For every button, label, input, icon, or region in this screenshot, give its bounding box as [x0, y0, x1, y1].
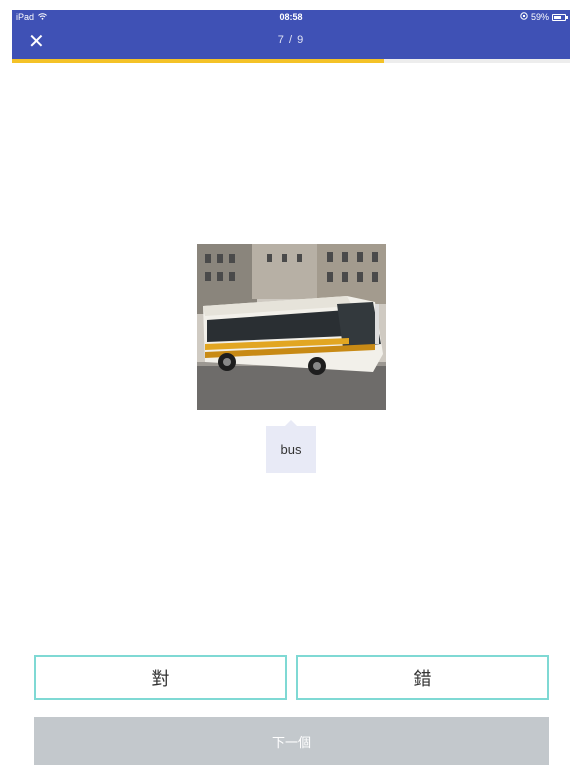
bus-photo [197, 244, 386, 410]
progress-fill [12, 59, 385, 63]
word-label: bus [266, 420, 316, 473]
status-time: 08:58 [279, 12, 303, 22]
battery-percent: 59% [530, 12, 549, 22]
question-counter: 7 / 9 [277, 34, 305, 46]
correct-button-label: 對 [151, 668, 170, 689]
progress-bar [12, 59, 570, 63]
wrong-button-label: 錯 [413, 668, 432, 689]
app-header: iPad 08:58 59% ✕ 7 / 9 [12, 10, 570, 60]
orientation-lock-icon [520, 10, 528, 24]
next-button[interactable]: 下一個 [34, 717, 549, 765]
status-bar: iPad 08:58 59% [12, 10, 570, 24]
word-text: bus [280, 442, 302, 457]
next-button-label: 下一個 [271, 734, 311, 750]
correct-button[interactable]: 對 [34, 655, 287, 700]
battery-icon [552, 13, 568, 21]
wrong-button[interactable]: 錯 [296, 655, 549, 700]
